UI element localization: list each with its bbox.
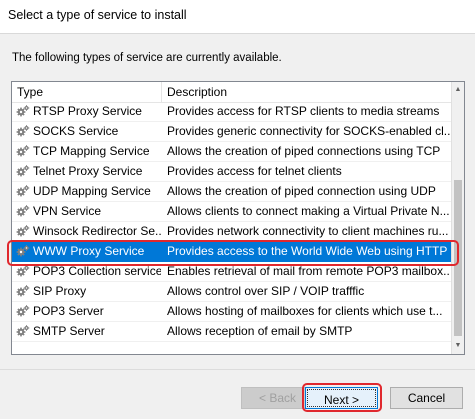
gear-service-icon <box>16 304 30 318</box>
vertical-scrollbar[interactable]: ▲ ▼ <box>451 82 464 354</box>
list-header: Type Description <box>12 82 452 103</box>
service-description-cell: Enables retrieval of mail from remote PO… <box>167 264 450 278</box>
dialog-header: Select a type of service to install <box>0 0 475 34</box>
list-item[interactable]: POP3 Server Allows hosting of mailboxes f… <box>12 302 452 322</box>
service-type-cell: POP3 Collection service <box>16 262 161 281</box>
service-type-label: WWW Proxy Service <box>33 244 145 258</box>
scroll-down-icon[interactable]: ▼ <box>452 338 464 354</box>
list-item[interactable]: VPN Service Allows clients to connect mak… <box>12 202 452 222</box>
service-type-label: UDP Mapping Service <box>33 184 151 198</box>
column-header-type[interactable]: Type <box>12 82 162 102</box>
service-description-cell: Allows clients to connect making a Virtu… <box>167 204 450 218</box>
service-type-list[interactable]: Type Description RTSP Proxy Service Provi… <box>11 81 465 355</box>
service-type-cell: Telnet Proxy Service <box>16 162 161 181</box>
list-body: RTSP Proxy Service Provides access for RT… <box>12 102 452 354</box>
gear-service-icon <box>16 124 30 138</box>
list-item[interactable]: POP3 Collection service Enables retrieval… <box>12 262 452 282</box>
service-type-cell: SOCKS Service <box>16 122 161 141</box>
service-type-label: Winsock Redirector Se... <box>33 224 161 238</box>
service-type-label: POP3 Collection service <box>33 264 161 278</box>
service-type-cell: Winsock Redirector Se... <box>16 222 161 241</box>
list-item[interactable]: UDP Mapping Service Allows the creation o… <box>12 182 452 202</box>
service-description-cell: Provides access to the World Wide Web us… <box>167 244 448 258</box>
gear-service-icon <box>16 324 30 338</box>
service-type-cell: VPN Service <box>16 202 161 221</box>
gear-service-icon <box>16 284 30 298</box>
gear-service-icon <box>16 184 30 198</box>
scroll-thumb[interactable] <box>454 180 462 336</box>
scroll-up-icon[interactable]: ▲ <box>452 82 464 98</box>
service-type-label: VPN Service <box>33 204 102 218</box>
service-description-cell: Allows reception of email by SMTP <box>167 324 353 338</box>
service-description-cell: Allows hosting of mailboxes for clients … <box>167 304 443 318</box>
list-item[interactable]: SOCKS Service Provides generic connectivi… <box>12 122 452 142</box>
gear-service-icon <box>16 144 30 158</box>
intro-text: The following types of service are curre… <box>12 52 282 64</box>
service-description-cell: Provides network connectivity to client … <box>167 224 449 238</box>
list-item[interactable]: SIP Proxy Allows control over SIP / VOIP … <box>12 282 452 302</box>
next-button[interactable]: Next > <box>305 387 378 409</box>
gear-service-icon <box>16 244 30 258</box>
service-type-cell: WWW Proxy Service <box>16 242 161 261</box>
service-type-label: Telnet Proxy Service <box>33 164 143 178</box>
service-type-label: RTSP Proxy Service <box>33 104 142 118</box>
gear-service-icon <box>16 204 30 218</box>
list-item[interactable]: RTSP Proxy Service Provides access for RT… <box>12 102 452 122</box>
gear-service-icon <box>16 104 30 118</box>
service-description-cell: Allows control over SIP / VOIP trafffic <box>167 284 365 298</box>
gear-service-icon <box>16 164 30 178</box>
list-item[interactable]: TCP Mapping Service Allows the creation o… <box>12 142 452 162</box>
page-title: Select a type of service to install <box>8 8 187 22</box>
service-type-cell: RTSP Proxy Service <box>16 102 161 121</box>
list-item[interactable]: WWW Proxy Service Provides access to the … <box>12 242 452 262</box>
service-description-cell: Provides generic connectivity for SOCKS-… <box>167 124 450 138</box>
gear-service-icon <box>16 224 30 238</box>
service-description-cell: Provides access for telnet clients <box>167 164 342 178</box>
service-type-label: SOCKS Service <box>33 124 119 138</box>
list-item[interactable]: Winsock Redirector Se... Provides network… <box>12 222 452 242</box>
list-item[interactable]: SMTP Server Allows reception of email by … <box>12 322 452 342</box>
service-type-label: TCP Mapping Service <box>33 144 150 158</box>
next-button-label: Next > <box>307 389 376 407</box>
gear-service-icon <box>16 264 30 278</box>
service-type-cell: POP3 Server <box>16 302 161 321</box>
back-button[interactable]: < Back <box>241 387 314 409</box>
service-type-label: SMTP Server <box>33 324 105 338</box>
cancel-button[interactable]: Cancel <box>390 387 463 409</box>
footer-divider <box>0 369 475 370</box>
service-description-cell: Allows the creation of piped connections… <box>167 144 441 158</box>
service-type-cell: UDP Mapping Service <box>16 182 161 201</box>
column-header-description[interactable]: Description <box>162 82 452 102</box>
service-type-cell: SIP Proxy <box>16 282 161 301</box>
service-type-label: SIP Proxy <box>33 284 87 298</box>
service-type-cell: TCP Mapping Service <box>16 142 161 161</box>
service-description-cell: Provides access for RTSP clients to medi… <box>167 104 440 118</box>
list-item[interactable]: Telnet Proxy Service Provides access for … <box>12 162 452 182</box>
service-description-cell: Allows the creation of piped connection … <box>167 184 436 198</box>
service-type-cell: SMTP Server <box>16 322 161 341</box>
service-type-label: POP3 Server <box>33 304 104 318</box>
